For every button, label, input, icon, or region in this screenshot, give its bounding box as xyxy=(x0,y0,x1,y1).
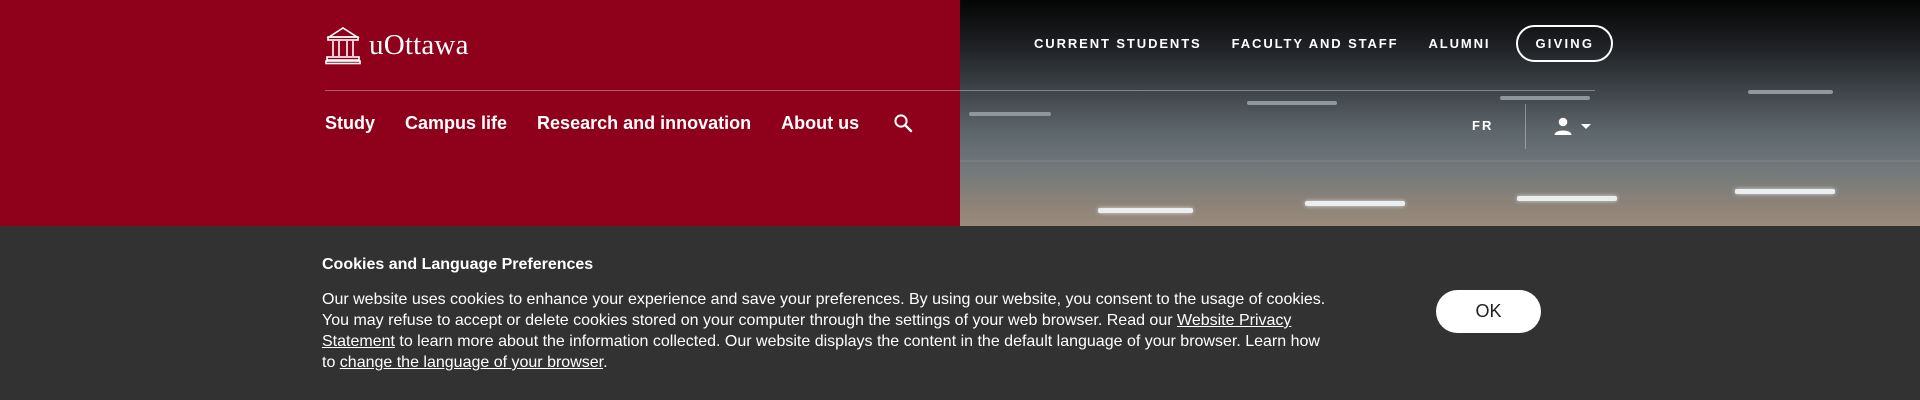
change-language-link[interactable]: change the language of your browser xyxy=(340,354,603,371)
header-vertical-divider xyxy=(1525,104,1526,149)
cookie-text-part1: Our website uses cookies to enhance your… xyxy=(322,291,1326,329)
uottawa-logo[interactable]: uOttawa xyxy=(325,25,469,65)
ok-button[interactable]: OK xyxy=(1436,290,1541,333)
search-icon[interactable] xyxy=(892,112,914,134)
university-building-icon xyxy=(325,27,361,65)
utility-nav: CURRENT STUDENTS FACULTY AND STAFF ALUMN… xyxy=(1034,25,1614,62)
cookie-text-part3: . xyxy=(603,354,608,371)
nav-study[interactable]: Study xyxy=(325,113,375,134)
main-nav: Study Campus life Research and innovatio… xyxy=(325,111,914,135)
chevron-down-icon xyxy=(1581,124,1591,129)
util-link-alumni[interactable]: ALUMNI xyxy=(1429,36,1491,51)
user-menu-button[interactable] xyxy=(1553,116,1593,136)
user-icon xyxy=(1554,117,1572,135)
nav-campus-life[interactable]: Campus life xyxy=(405,113,507,134)
header-divider xyxy=(325,90,1595,91)
cookie-banner: Cookies and Language Preferences Our web… xyxy=(0,226,1920,400)
util-link-current-students[interactable]: CURRENT STUDENTS xyxy=(1034,36,1202,51)
cookie-banner-title: Cookies and Language Preferences xyxy=(322,256,594,273)
cookie-banner-text: Our website uses cookies to enhance your… xyxy=(322,289,1332,373)
language-toggle[interactable]: FR xyxy=(1472,118,1493,133)
site-header: uOttawa CURRENT STUDENTS FACULTY AND STA… xyxy=(0,0,1920,226)
nav-research-innovation[interactable]: Research and innovation xyxy=(537,113,751,134)
util-link-faculty-staff[interactable]: FACULTY AND STAFF xyxy=(1232,36,1399,51)
logo-wordmark: uOttawa xyxy=(369,28,469,61)
nav-about-us[interactable]: About us xyxy=(781,113,859,134)
giving-button[interactable]: GIVING xyxy=(1516,25,1614,62)
